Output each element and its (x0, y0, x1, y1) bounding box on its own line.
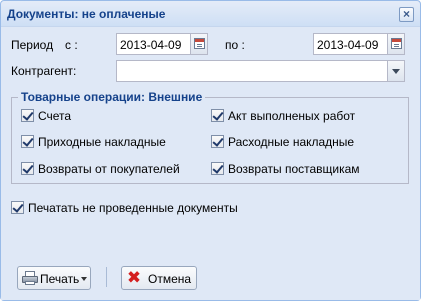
checkbox-label: Возвраты поставщикам (228, 162, 360, 176)
period-to-label: по : (225, 38, 245, 52)
cancel-button-label: Отмена (148, 272, 192, 286)
checkbox-box[interactable] (211, 109, 224, 122)
print-button[interactable]: Печать (17, 266, 91, 290)
checkbox-label: Приходные накладные (38, 135, 166, 149)
date-from-trigger[interactable] (190, 34, 207, 54)
checkbox-label: Возвраты от покупателей (38, 162, 180, 176)
checkbox-box[interactable] (211, 135, 224, 148)
printer-icon (22, 271, 38, 285)
checkbox-label: Акт выполненых работ (228, 109, 356, 123)
date-from-field[interactable]: 2013-04-09 (116, 33, 208, 55)
checkbox-label: Счета (38, 109, 72, 123)
calendar-icon (391, 38, 402, 49)
period-from-label: с : (65, 38, 78, 52)
date-to-value: 2013-04-09 (317, 38, 379, 52)
cancel-button[interactable]: ✖ Отмена (121, 266, 197, 290)
chevron-down-icon (392, 69, 400, 74)
calendar-icon (194, 38, 205, 49)
checkbox-box[interactable] (211, 162, 224, 175)
dialog-window: Документы: не оплаченые × Период с : 201… (0, 0, 421, 301)
date-to-field[interactable]: 2013-04-09 (313, 33, 405, 55)
date-to-trigger[interactable] (387, 34, 404, 54)
counterparty-label: Контрагент: (11, 64, 77, 78)
chevron-down-icon (81, 277, 87, 281)
checkbox-box[interactable] (11, 201, 24, 214)
counterparty-dropdown-trigger[interactable] (387, 61, 404, 81)
checkbox-box[interactable] (21, 109, 34, 122)
dialog-body: Период с : 2013-04-09 по : 2013-04-09 Ко… (5, 28, 416, 254)
close-icon[interactable]: × (399, 7, 414, 22)
cancel-icon: ✖ (126, 268, 142, 287)
window-title: Документы: не оплаченые (7, 7, 166, 21)
checkbox-label: Печатать не проведенные документы (28, 201, 238, 215)
toolbar-separator (106, 267, 107, 287)
operations-legend: Товарные операции: Внешние (21, 90, 203, 104)
checkbox-box[interactable] (21, 162, 34, 175)
date-from-value: 2013-04-09 (120, 38, 182, 52)
checkbox-label: Расходные накладные (228, 135, 355, 149)
period-label: Период (11, 38, 54, 52)
title-bar[interactable]: Документы: не оплаченые × (1, 1, 420, 27)
checkbox-box[interactable] (21, 135, 34, 148)
counterparty-combo[interactable] (116, 60, 405, 82)
print-button-label: Печать (40, 272, 80, 286)
